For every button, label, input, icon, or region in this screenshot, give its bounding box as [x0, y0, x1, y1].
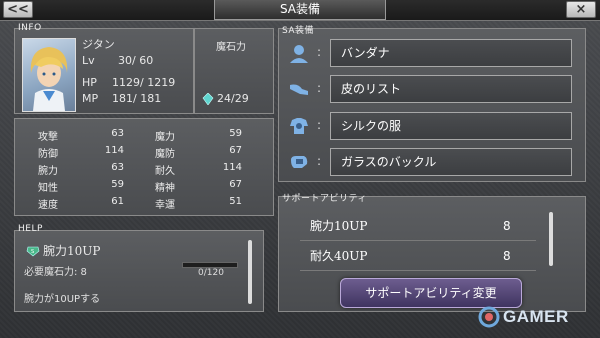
body-armor-icon — [286, 114, 312, 138]
support-ability-name: 腕力10UP — [310, 219, 368, 233]
slot-separator: : — [317, 154, 322, 168]
magicite-crystal-icon — [202, 92, 214, 105]
help-scrollbar[interactable] — [248, 240, 252, 304]
head-icon — [286, 41, 312, 65]
stat-label: 魔力 — [155, 132, 175, 143]
support-ability-name: 耐久40UP — [310, 249, 368, 263]
help-ability-name: 腕力10UP — [43, 244, 101, 258]
mp-label: MP — [82, 92, 99, 105]
slot-separator: : — [317, 118, 322, 132]
support-ability-scrollbar[interactable] — [549, 212, 553, 266]
stat-value: 114 — [222, 162, 242, 173]
help-description: 腕力が10UPする — [24, 294, 101, 305]
equip-slot[interactable]: 皮のリスト — [330, 75, 572, 103]
arm-icon — [286, 77, 312, 101]
help-section-label: HELP — [18, 224, 43, 234]
equip-slot[interactable]: シルクの服 — [330, 112, 572, 140]
stat-label: 攻撃 — [38, 132, 58, 143]
stat-value: 61 — [111, 196, 124, 207]
stat-label: 魔防 — [155, 149, 175, 160]
support-ability-cost: 8 — [503, 249, 511, 263]
zidane-portrait-icon — [30, 47, 68, 111]
back-arrow-icon: << — [7, 2, 29, 17]
stat-label: 知性 — [38, 183, 58, 194]
stat-value: 59 — [111, 179, 124, 190]
gamer-logo: GAMER — [478, 306, 569, 328]
stat-value: 59 — [229, 128, 242, 139]
magicite-label: 魔石力 — [216, 42, 246, 53]
support-gem-icon: S — [26, 246, 40, 256]
close-button[interactable]: × — [566, 1, 596, 18]
mp-value: 181/ 181 — [112, 92, 162, 105]
stat-value: 114 — [104, 145, 124, 156]
stat-value: 63 — [111, 162, 124, 173]
hp-value: 1129/ 1219 — [112, 76, 176, 89]
help-cost-text: 必要魔石力: 8 — [24, 267, 87, 278]
stat-label: 精神 — [155, 183, 175, 194]
support-ability-section-label: サポートアビリティ — [282, 194, 367, 204]
change-support-ability-button[interactable]: サポートアビリティ変更 — [340, 278, 522, 308]
slot-separator: : — [317, 81, 322, 95]
stat-value: 63 — [111, 128, 124, 139]
stat-label: 防御 — [38, 149, 58, 160]
hp-label: HP — [82, 76, 97, 89]
level-label: Lv — [82, 54, 95, 67]
help-ability-row: S 腕力10UP — [26, 242, 100, 259]
stat-value: 67 — [229, 145, 242, 156]
level-value: 30/ 60 — [118, 54, 154, 67]
help-progress-text: 0/120 — [198, 268, 224, 278]
back-button[interactable]: << — [3, 1, 33, 18]
character-portrait[interactable] — [22, 38, 76, 112]
magicite-value-row: 24/29 — [202, 92, 249, 105]
support-ability-cost: 8 — [503, 219, 511, 233]
slot-separator: : — [317, 45, 322, 59]
sa-equip-section-label: SA装備 — [282, 26, 315, 36]
support-ability-row[interactable]: 耐久40UP 8 — [300, 242, 536, 271]
equip-slot[interactable]: ガラスのバックル — [330, 148, 572, 176]
stat-label: 耐久 — [155, 166, 175, 177]
info-section-label: INFO — [18, 23, 42, 33]
gamer-logo-icon — [478, 306, 500, 328]
character-name: ジタン — [82, 38, 115, 51]
stat-value: 67 — [229, 179, 242, 190]
stat-label: 速度 — [38, 200, 58, 211]
close-icon: × — [575, 2, 587, 17]
equip-slot[interactable]: バンダナ — [330, 39, 572, 67]
screen-title: SA装備 — [214, 0, 386, 20]
stat-value: 51 — [229, 196, 242, 207]
accessory-icon — [286, 150, 312, 174]
gamer-logo-text: GAMER — [503, 307, 569, 326]
support-ability-row[interactable]: 腕力10UP 8 — [300, 212, 536, 241]
svg-text:S: S — [31, 249, 34, 255]
magicite-value: 24/29 — [217, 92, 249, 105]
stat-label: 腕力 — [38, 166, 58, 177]
stat-label: 幸運 — [155, 200, 175, 211]
